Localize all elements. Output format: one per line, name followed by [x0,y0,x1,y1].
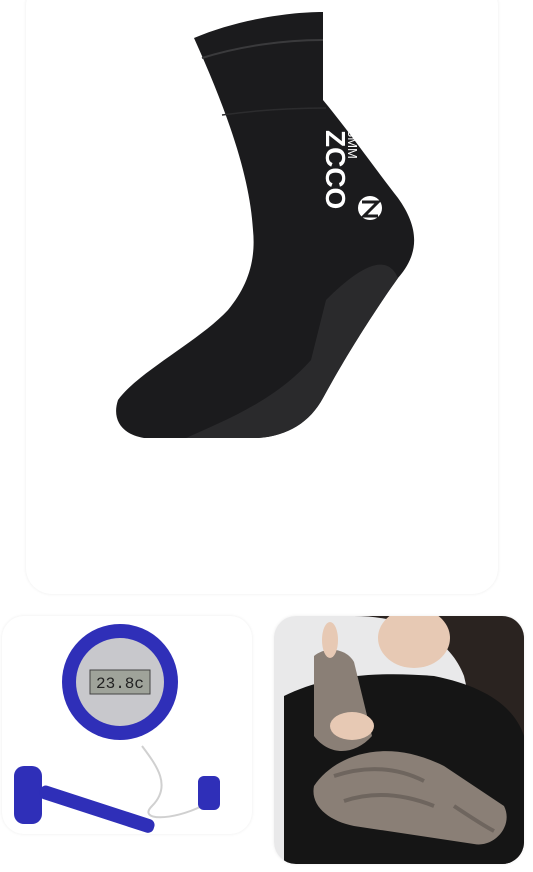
logo-icon [358,196,382,220]
sock-image: ZCCO 3MM [116,12,415,438]
temperature-readout: 23.8c [96,675,144,693]
gloves-image [274,616,524,864]
thermometer-image: 23.8c [14,624,220,833]
size-label: 3MM [345,130,360,159]
thermometer-product-card[interactable]: 23.8c [2,616,252,834]
hero-product-card[interactable]: ZCCO 3MM [26,0,498,594]
gloves-product-card[interactable] [274,616,524,864]
